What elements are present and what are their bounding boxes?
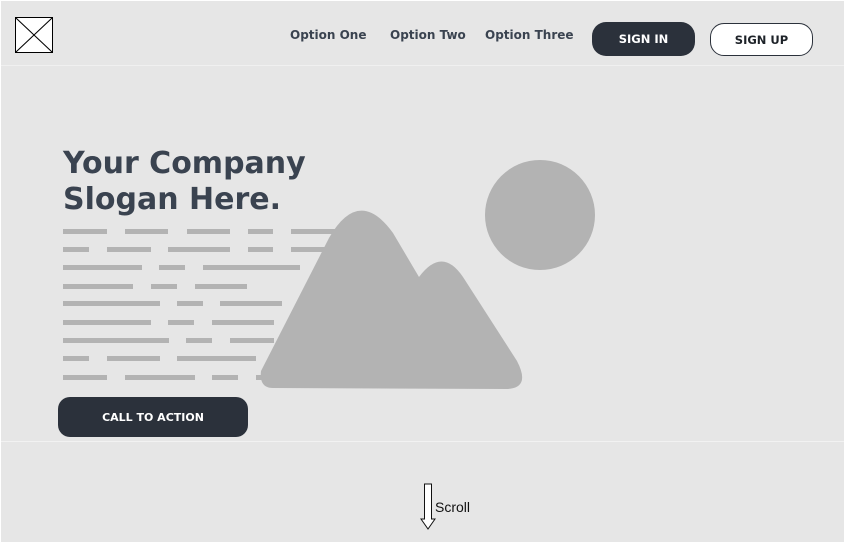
section-divider [1,441,844,442]
nav-option-two[interactable]: Option Two [390,28,466,42]
landing-page: Option One Option Two Option Three SIGN … [1,1,844,542]
scroll-label: Scroll [435,499,471,515]
nav-option-one[interactable]: Option One [290,28,367,42]
sign-up-button[interactable]: SIGN UP [710,23,813,56]
logo-placeholder-icon[interactable] [15,17,53,53]
down-arrow-icon [420,483,436,530]
sign-in-button[interactable]: SIGN IN [592,22,695,56]
call-to-action-button[interactable]: CALL TO ACTION [58,397,248,437]
header: Option One Option Two Option Three SIGN … [1,1,844,66]
landscape-image-placeholder-icon [260,160,595,389]
nav-option-three[interactable]: Option Three [485,28,574,42]
